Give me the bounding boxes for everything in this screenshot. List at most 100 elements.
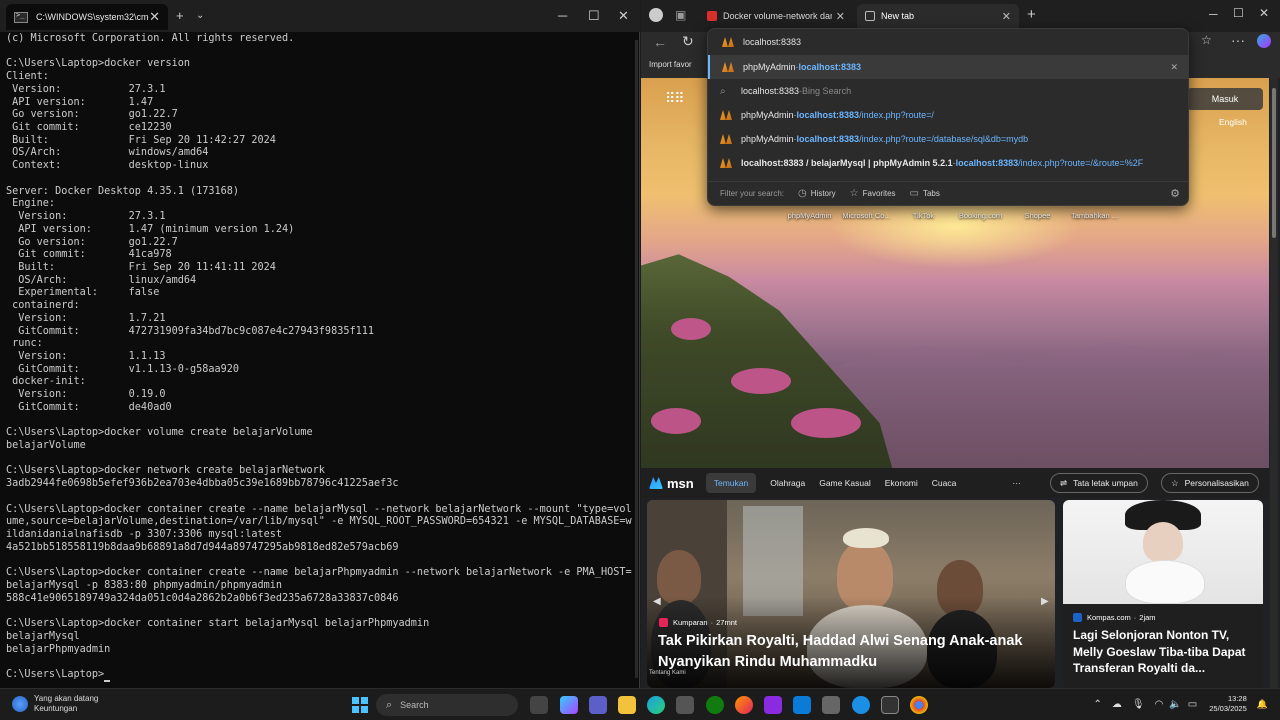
new-tab-icon[interactable]: + <box>176 8 184 23</box>
feed-layout-button[interactable]: ⇌ Tata letak umpan <box>1050 473 1148 493</box>
notification-bell-icon[interactable]: 🔔 <box>1257 699 1268 710</box>
tab-actions-icon[interactable]: ▣ <box>675 8 686 22</box>
kumparan-icon <box>659 618 668 627</box>
terminal-scrollbar[interactable] <box>635 40 638 678</box>
chevron-down-icon[interactable]: ⌄ <box>196 10 204 21</box>
card-title[interactable]: Tak Pikirkan Royalti, Haddad Alwi Senang… <box>658 631 1050 673</box>
suggestion-row[interactable]: phpMyAdmin - localhost:8383 ✕ <box>708 55 1188 79</box>
filter-favorites[interactable]: ☆ Favorites <box>850 188 896 199</box>
clock-date: 25/03/2025 <box>1209 704 1247 713</box>
weather-widget[interactable]: Yang akan datang Keuntungan <box>12 694 98 714</box>
quicklink-shopee[interactable]: Shopee <box>1009 211 1066 223</box>
quicklink-booking[interactable]: Booking.com <box>952 211 1009 223</box>
gear-icon[interactable]: ⚙ <box>1170 187 1180 200</box>
snipping-icon[interactable] <box>822 696 840 714</box>
suggestion-row[interactable]: phpMyAdmin - localhost:8383 /index.php?r… <box>708 103 1188 127</box>
clock[interactable]: 13:28 25/03/2025 <box>1209 694 1247 714</box>
signin-button[interactable]: Masuk <box>1187 88 1263 110</box>
apps-grid-icon[interactable]: ⠿⠿ <box>665 90 684 107</box>
suggestion-row[interactable]: ⌕ localhost:8383 - Bing Search <box>708 79 1188 103</box>
maximize-icon[interactable]: ☐ <box>588 8 600 24</box>
docker-icon[interactable] <box>852 696 870 714</box>
store-icon[interactable] <box>676 696 694 714</box>
cloud-icon[interactable]: ☁ <box>1112 699 1122 710</box>
suggestion-row[interactable]: localhost:8383 / belajarMysql | phpMyAdm… <box>708 151 1188 175</box>
carousel-next-icon[interactable]: ▶ <box>1041 596 1049 607</box>
back-icon[interactable]: ← <box>653 34 667 50</box>
copilot-icon[interactable] <box>1257 34 1271 48</box>
refresh-icon[interactable]: ↻ <box>682 33 694 50</box>
quicklink-phpmyadmin[interactable]: phpMyAdmin <box>781 211 838 223</box>
copilot-icon[interactable] <box>560 696 578 714</box>
microphone-icon[interactable]: 🎙 <box>1132 699 1145 710</box>
favorites-icon[interactable]: ☆ <box>1201 33 1212 47</box>
phpmyadmin-icon <box>722 37 734 47</box>
app-icon[interactable] <box>764 696 782 714</box>
history-icon: ◷ <box>798 188 807 199</box>
teams-icon[interactable] <box>589 696 607 714</box>
card-title[interactable]: Lagi Selonjoran Nonton TV, Melly Goeslaw… <box>1073 627 1257 677</box>
scrollbar-thumb[interactable] <box>1272 88 1276 238</box>
carousel-prev-icon[interactable]: ◀ <box>653 596 661 607</box>
tab-docker-volume[interactable]: Docker volume-network dan stu ✕ <box>699 4 853 28</box>
terminal-line: Git commit: 41ca978 <box>6 249 172 261</box>
remove-suggestion-icon[interactable]: ✕ <box>1170 62 1178 73</box>
xbox-icon[interactable] <box>706 696 724 714</box>
quicklink-add[interactable]: Tambahkan ... <box>1066 211 1123 223</box>
news-card[interactable]: ◀ ▶ Kumparan · 27mnt Tak Pikirkan Royalt… <box>647 500 1055 688</box>
vscode-icon[interactable] <box>793 696 811 714</box>
wifi-icon[interactable]: ◠ <box>1155 699 1164 710</box>
task-view-icon[interactable] <box>530 696 548 714</box>
youtube-icon <box>707 11 717 21</box>
new-tab-icon[interactable]: + <box>1027 6 1036 23</box>
msn-tab-ekonomi[interactable]: Ekonomi <box>885 478 918 488</box>
close-window-icon[interactable]: ✕ <box>1259 6 1269 20</box>
filter-history[interactable]: ◷ History <box>798 188 836 199</box>
terminal-taskbar-icon[interactable] <box>881 696 899 714</box>
language-link[interactable]: English <box>1219 117 1247 127</box>
close-icon[interactable]: ✕ <box>149 9 160 25</box>
filter-tabs[interactable]: ▭ Tabs <box>910 188 940 199</box>
msn-more-icon[interactable]: ··· <box>1012 478 1021 488</box>
close-icon[interactable]: ✕ <box>836 10 845 23</box>
firefox-icon[interactable] <box>735 696 753 714</box>
search-icon: ⌕ <box>386 698 393 711</box>
import-favorites-link[interactable]: Import favor <box>649 60 692 69</box>
msn-tab-olahraga[interactable]: Olahraga <box>770 478 805 488</box>
battery-icon[interactable]: ▭ <box>1188 699 1197 710</box>
suggestion-url-path: /index.php?route=/ <box>859 110 934 120</box>
quicklink-microsoft[interactable]: Microsoft Co... <box>838 211 895 223</box>
filter-tabs-label: Tabs <box>922 189 940 198</box>
terminal-output[interactable]: (c) Microsoft Corporation. All rights re… <box>6 33 636 685</box>
file-explorer-icon[interactable] <box>618 696 636 714</box>
more-icon[interactable]: ··· <box>1231 32 1245 48</box>
address-bar-input[interactable]: localhost:8383 <box>708 29 1188 55</box>
suggestion-url-path: /index.php?route=/database/sql&db=mydb <box>859 134 1029 144</box>
edge-icon[interactable] <box>647 696 665 714</box>
close-window-icon[interactable]: ✕ <box>618 8 629 24</box>
minimize-icon[interactable]: ─ <box>1209 7 1218 21</box>
chrome-icon[interactable] <box>910 696 928 714</box>
close-icon[interactable]: ✕ <box>1002 10 1011 23</box>
browser-scrollbar[interactable] <box>1270 78 1278 688</box>
quicklink-tiktok[interactable]: TikTok <box>895 211 952 223</box>
volume-icon[interactable]: 🔈 <box>1169 699 1181 710</box>
maximize-icon[interactable]: ☐ <box>1233 6 1244 20</box>
msn-tab-game-kasual[interactable]: Game Kasual <box>819 478 871 488</box>
msn-tab-cuaca[interactable]: Cuaca <box>932 478 957 488</box>
feed-layout-label: Tata letak umpan <box>1073 478 1138 488</box>
chevron-up-icon[interactable]: ⌃ <box>1094 699 1102 710</box>
terminal-tab[interactable]: C:\WINDOWS\system32\cmd. ✕ <box>6 4 168 30</box>
personalize-button[interactable]: ☆ Personalisasikan <box>1161 473 1259 493</box>
suggestion-row[interactable]: phpMyAdmin - localhost:8383 /index.php?r… <box>708 127 1188 151</box>
news-card[interactable]: Kompas.com · 2jam Lagi Selonjoran Nonton… <box>1063 500 1263 688</box>
profile-icon[interactable] <box>649 8 663 22</box>
msn-tab-temukan[interactable]: Temukan <box>705 473 757 493</box>
msn-logo[interactable]: msn <box>649 476 694 491</box>
tab-new-tab[interactable]: New tab ✕ <box>857 4 1019 28</box>
windows-start-icon[interactable] <box>352 697 368 713</box>
taskbar-search[interactable]: ⌕ Search <box>376 694 518 716</box>
phpmyadmin-icon <box>720 134 732 144</box>
minimize-icon[interactable]: ─ <box>558 8 567 23</box>
